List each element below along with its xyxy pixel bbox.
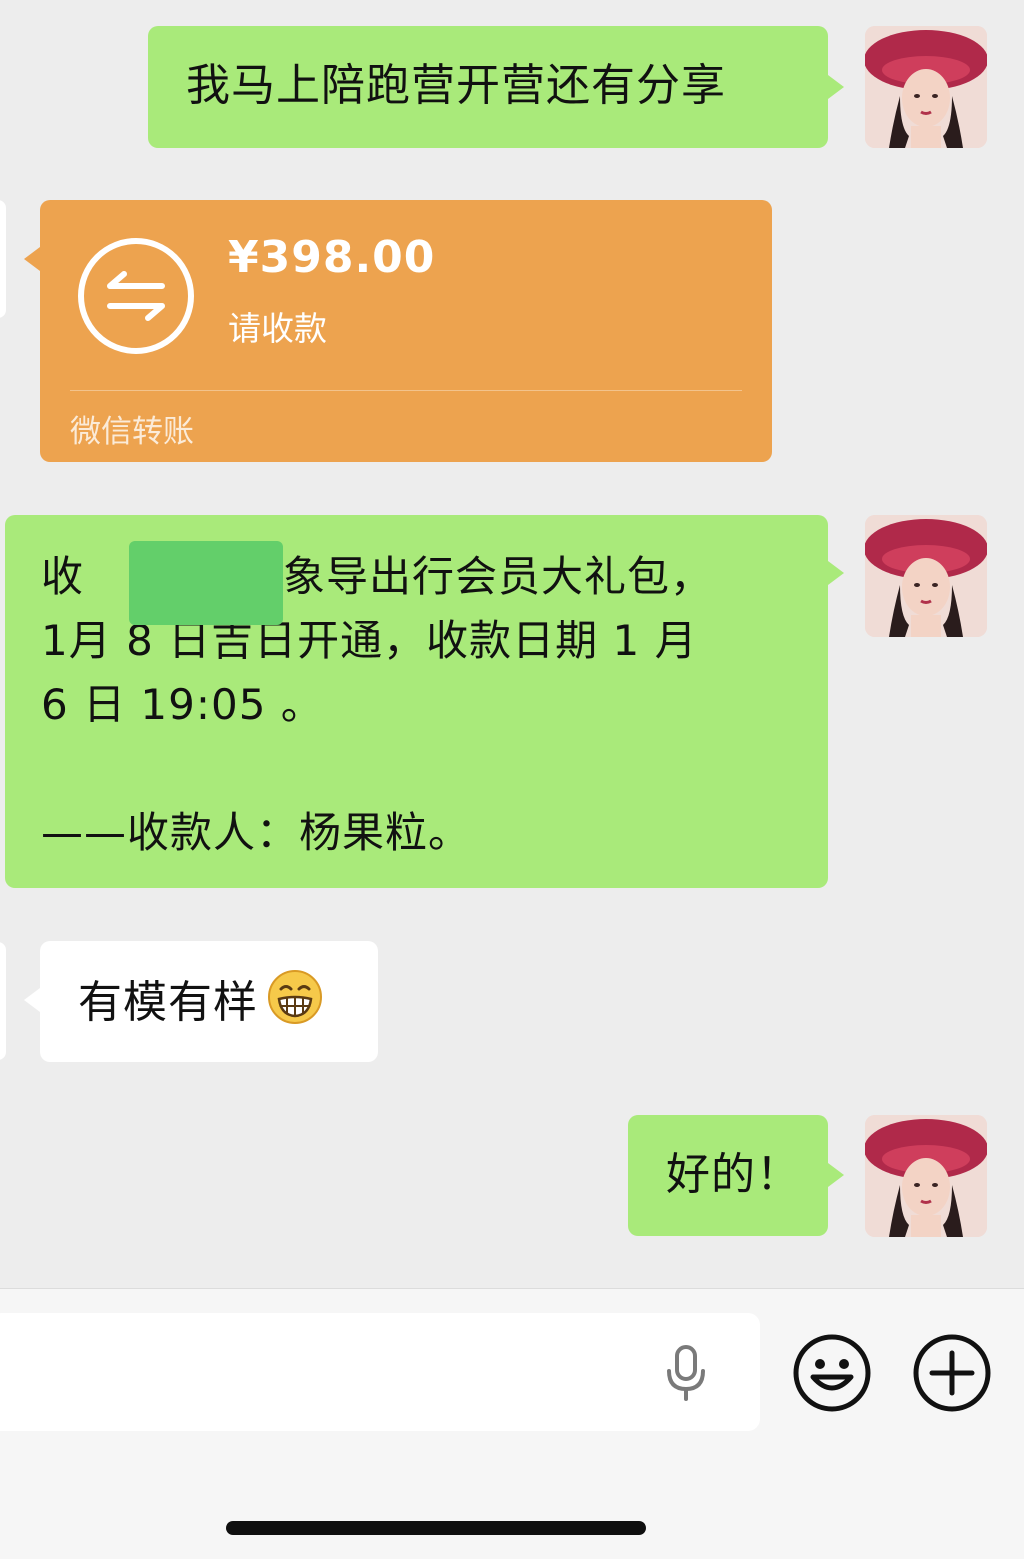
smiley-face-icon[interactable] [792, 1333, 872, 1413]
my-avatar[interactable] [865, 515, 987, 637]
bubble-tail [828, 75, 844, 99]
message-line: 6 日 19:05 。 [41, 680, 324, 729]
message-line: ——收款人：杨果粒。 [41, 808, 472, 857]
transfer-footer-label: 微信转账 [70, 414, 194, 450]
grinning-face-emoji [268, 970, 323, 1024]
bubble-tail [24, 988, 40, 1012]
message-line: 收 大象导出行会员大礼包， [41, 541, 828, 625]
home-indicator[interactable] [226, 1521, 646, 1535]
message-bubble-sent[interactable]: 收大象导出行会员大礼包， 1月 8 日吉日开通，收款日期 1 月 6 日 19:… [5, 515, 844, 888]
bubble-tail [828, 561, 844, 585]
message-text: 大象导出行会员大礼包， [240, 552, 714, 601]
transfer-card[interactable]: ¥398.00 请收款 微信转账 [24, 200, 772, 462]
transfer-amount: ¥398.00 [228, 232, 436, 283]
message-bubble-sent[interactable]: 我马上陪跑营开营还有分享 [148, 26, 844, 148]
message-text: 有模有样 [78, 977, 258, 1028]
message-bubble-sent[interactable]: 好的！ [628, 1115, 844, 1236]
redaction-block [129, 541, 283, 625]
contact-avatar-edge[interactable] [0, 942, 6, 1060]
plus-circle-icon[interactable] [912, 1333, 992, 1413]
contact-avatar-edge[interactable] [0, 200, 6, 318]
bubble-tail [24, 247, 40, 271]
message-text: 我马上陪跑营开营还有分享 [186, 60, 726, 111]
message-text: 好的！ [666, 1149, 801, 1200]
transfer-status: 请收款 [228, 309, 327, 348]
message-bubble-received[interactable]: 有模有样 [24, 941, 378, 1062]
input-bar [0, 1288, 1024, 1559]
my-avatar[interactable] [865, 26, 987, 148]
bubble-tail [828, 1163, 844, 1187]
transfer-arrows-icon [78, 238, 194, 354]
microphone-icon[interactable] [662, 1343, 710, 1403]
message-input[interactable] [0, 1313, 760, 1431]
my-avatar[interactable] [865, 1115, 987, 1237]
card-divider [70, 390, 742, 391]
message-text: 收 [41, 552, 85, 601]
